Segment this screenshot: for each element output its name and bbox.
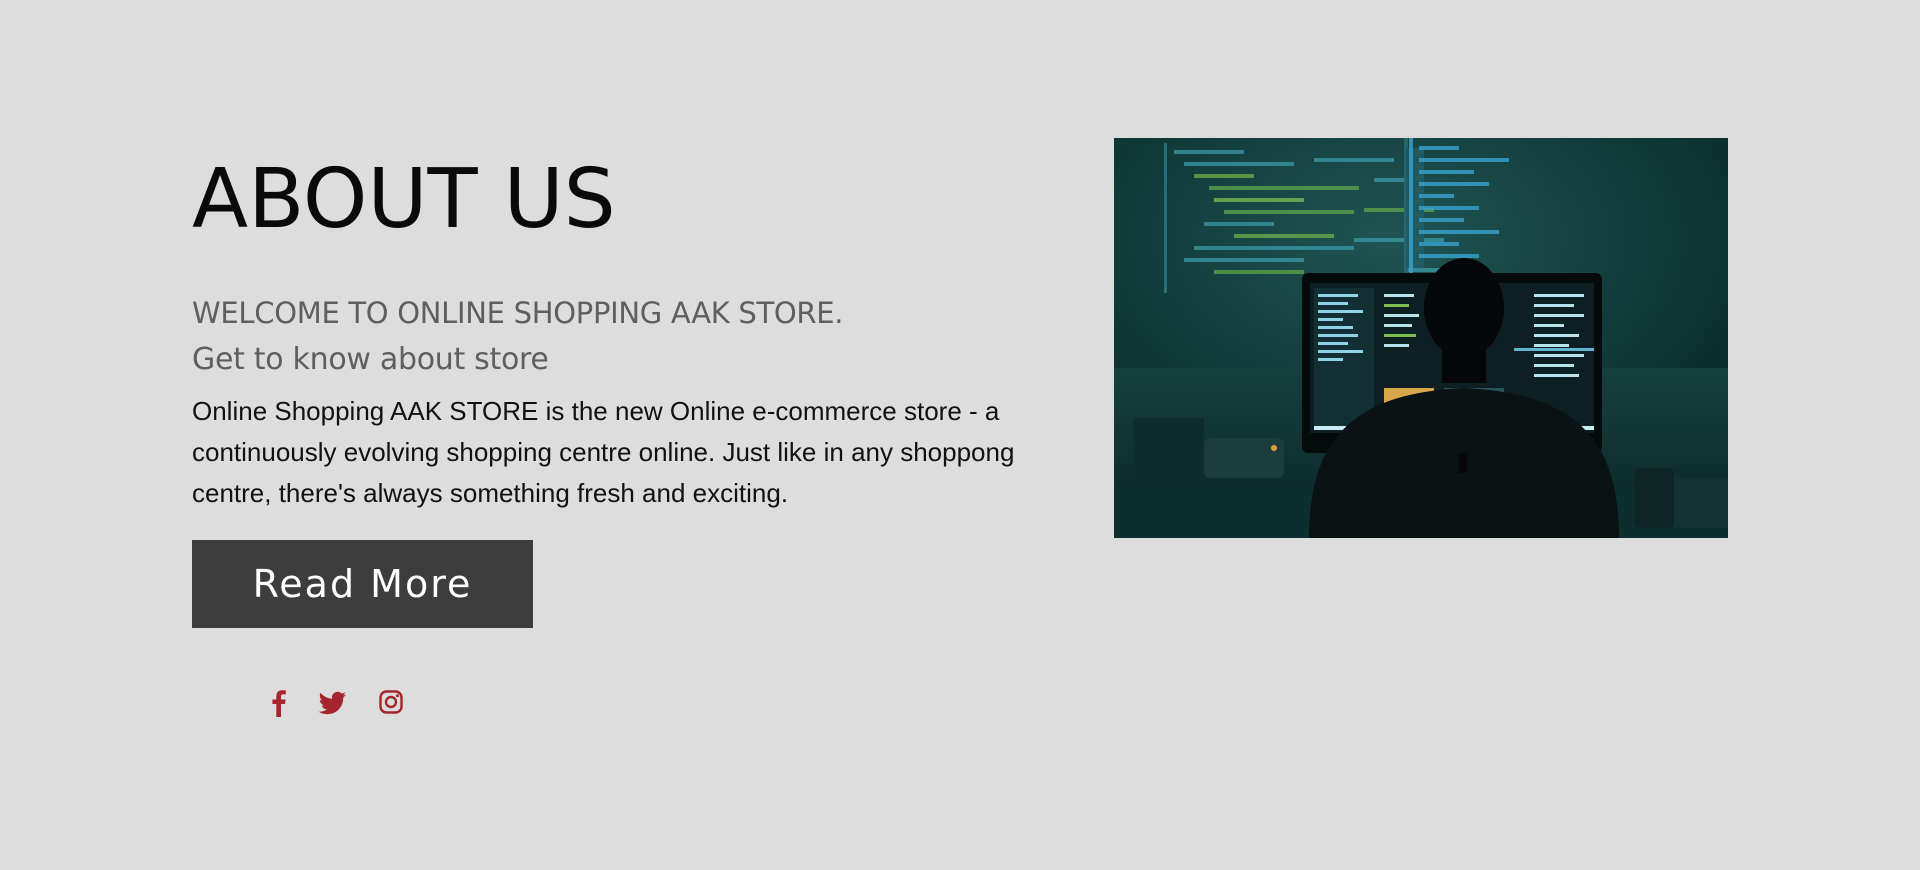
about-section: ABOUT US WELCOME TO ONLINE SHOPPING AAK … <box>0 0 1920 870</box>
twitter-link[interactable] <box>315 684 349 720</box>
instagram-icon <box>379 690 403 714</box>
facebook-link[interactable] <box>262 684 296 720</box>
hacker-at-computer-image <box>1114 138 1728 538</box>
about-content: ABOUT US WELCOME TO ONLINE SHOPPING AAK … <box>192 150 1052 628</box>
about-subtitle: Get to know about store <box>192 342 549 377</box>
instagram-link[interactable] <box>374 684 408 720</box>
read-more-button[interactable]: Read More <box>192 540 533 628</box>
welcome-heading: WELCOME TO ONLINE SHOPPING AAK STORE. <box>192 296 844 330</box>
twitter-icon <box>318 691 346 715</box>
about-description: Online Shopping AAK STORE is the new Onl… <box>192 396 1015 508</box>
page-title: ABOUT US <box>192 152 616 247</box>
social-links <box>192 684 492 720</box>
facebook-icon <box>272 690 286 717</box>
